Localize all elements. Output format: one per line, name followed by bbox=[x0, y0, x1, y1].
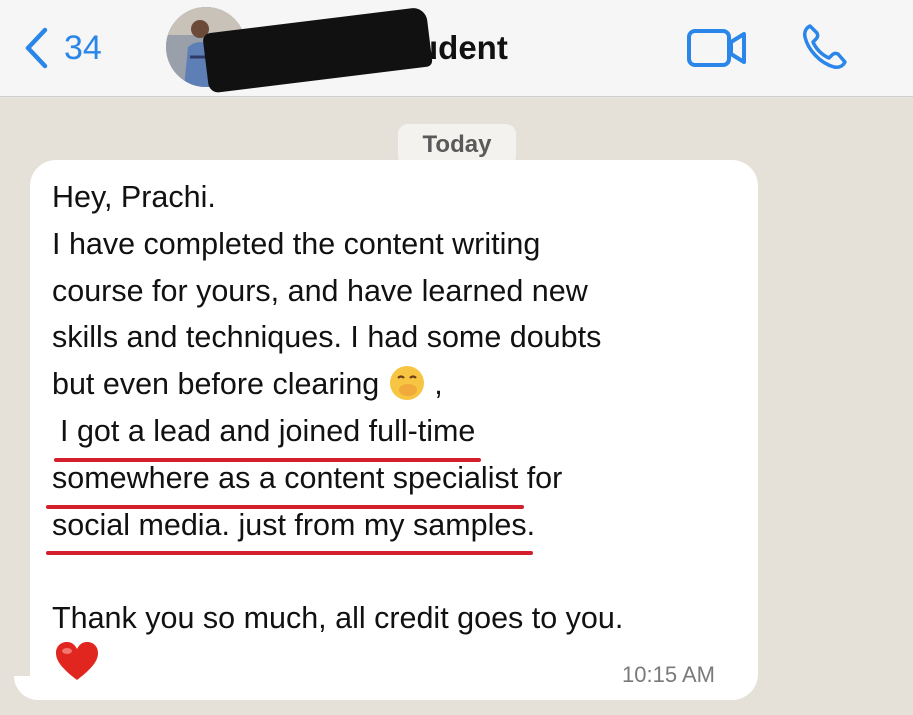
message-line: I have completed the content writing bbox=[52, 226, 541, 261]
face-with-hand-over-mouth-emoji bbox=[389, 366, 424, 401]
phone-icon[interactable] bbox=[800, 22, 848, 72]
message-segment: , bbox=[434, 367, 443, 402]
message-segment: . bbox=[526, 507, 536, 542]
message-text: Hey, Prachi. I have completed the conten… bbox=[45, 174, 752, 642]
message-segment: for bbox=[526, 460, 563, 495]
message-segment: but even before clearing bbox=[52, 367, 380, 402]
highlighted-text: social media. just from my samples bbox=[46, 502, 533, 556]
message-line: somewhere as a content specialist for bbox=[45, 455, 752, 509]
contact-name[interactable]: udent bbox=[418, 24, 508, 72]
red-heart-emoji bbox=[56, 642, 98, 680]
message-line: but even before clearing , bbox=[52, 361, 752, 408]
video-camera-icon[interactable] bbox=[686, 26, 748, 70]
chevron-left-icon bbox=[25, 27, 48, 69]
message-timestamp: 10:15 AM bbox=[622, 662, 715, 687]
chat-header: 34 udent bbox=[0, 0, 913, 97]
message-line: skills and techniques. I had some doubts bbox=[52, 320, 602, 355]
message-line: social media. just from my samples. bbox=[46, 502, 752, 556]
message-line: I got a lead and joined full-time bbox=[52, 408, 752, 462]
highlighted-text: somewhere as a content specialist bbox=[45, 455, 525, 509]
redaction-mark bbox=[202, 6, 433, 94]
message-line: course for yours, and have learned new bbox=[52, 273, 588, 308]
message-line: Thank you so much, all credit goes to yo… bbox=[52, 601, 624, 636]
back-button[interactable]: 34 bbox=[18, 24, 102, 72]
unread-count: 34 bbox=[64, 28, 102, 67]
message-line: Hey, Prachi. bbox=[52, 180, 216, 214]
highlighted-text: I got a lead and joined full-time bbox=[53, 408, 482, 462]
